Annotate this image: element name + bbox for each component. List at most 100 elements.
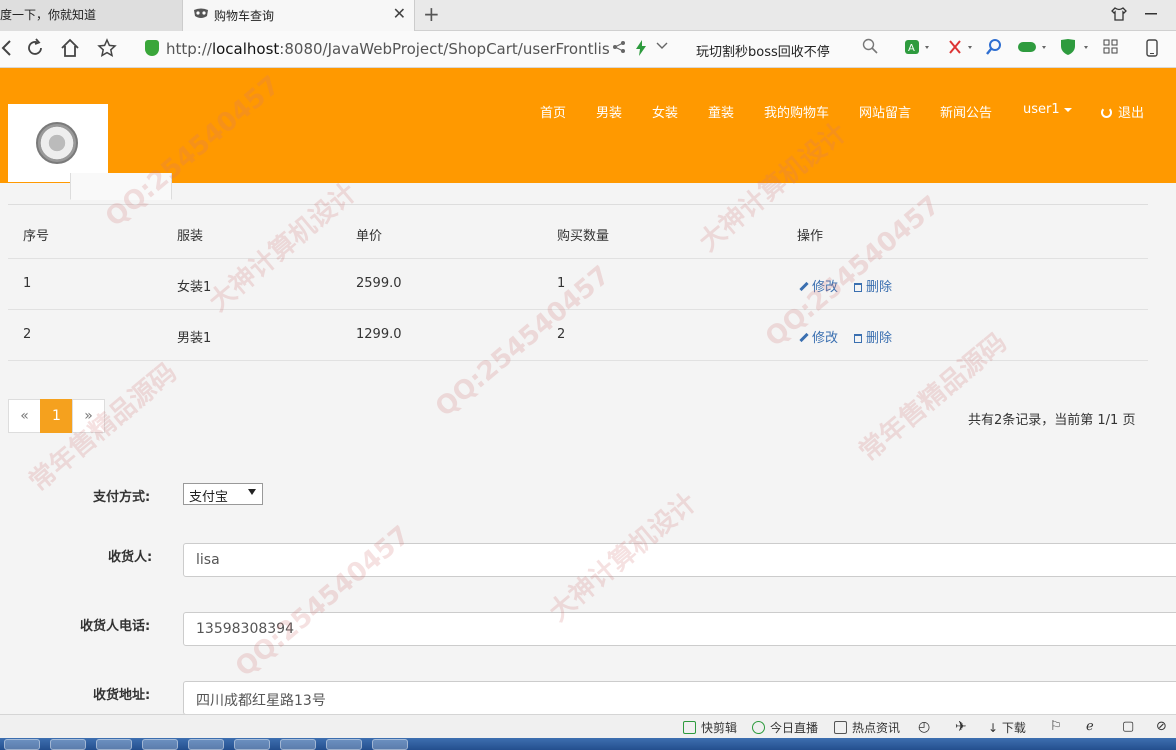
trash-icon (854, 334, 862, 343)
page-info: 共有2条记录，当前第 1/1 页 (968, 413, 1136, 428)
content-tabs (8, 173, 1148, 205)
url-text: http://localhost:8080/JavaWebProject/Sho… (166, 40, 610, 58)
cell-item: 男装1 (177, 331, 212, 346)
news-icon (834, 721, 847, 734)
receiver-input[interactable]: lisa (183, 543, 1176, 577)
scissors-icon[interactable] (948, 39, 974, 59)
column-header: 操作 (797, 229, 824, 244)
browser-status-bar: 快剪辑 今日直播 热点资讯 ◴ ✈ ↓ 下载 ⚐ ℯ ▢ ⊘ (0, 714, 1176, 738)
taskbar-app[interactable] (234, 739, 270, 750)
search-icon[interactable] (862, 38, 878, 58)
nav-home[interactable]: 首页 (540, 102, 566, 121)
column-header: 服装 (177, 229, 204, 244)
column-header: 单价 (356, 229, 383, 244)
download-icon: ↓ (988, 721, 1002, 735)
refresh-icon[interactable] (25, 38, 45, 63)
share-icon[interactable] (612, 40, 626, 58)
translate-icon[interactable]: A (905, 39, 931, 59)
tab-home[interactable] (8, 173, 70, 200)
cell-qty: 2 (557, 327, 566, 342)
pin-icon[interactable]: ✈ (955, 719, 967, 735)
svg-text:A: A (908, 43, 915, 54)
nav-men[interactable]: 男装 (596, 102, 622, 121)
edit-button[interactable]: 修改 (799, 276, 838, 295)
logout-link[interactable]: 退出 (1101, 102, 1144, 121)
back-icon[interactable] (0, 38, 12, 63)
prev-page-button[interactable]: « (8, 399, 41, 433)
tab-cart-list[interactable] (70, 173, 172, 200)
security-shield-icon[interactable] (1060, 39, 1090, 59)
payment-select[interactable]: 支付宝 (183, 483, 263, 505)
os-taskbar (0, 738, 1176, 750)
taskbar-app[interactable] (326, 739, 362, 750)
shirt-icon[interactable] (1111, 6, 1127, 26)
start-button[interactable] (4, 739, 40, 750)
phone-label: 收货人电话: (80, 619, 151, 634)
address-bar: http://localhost:8080/JavaWebProject/Sho… (0, 31, 1176, 68)
search-box[interactable]: 玩切割秒boss回收不停 (685, 37, 885, 62)
pencil-icon (799, 281, 809, 292)
user-name: user1 (1023, 102, 1060, 117)
cell-qty: 1 (557, 276, 566, 291)
chevron-down-icon[interactable] (656, 40, 668, 56)
flag-icon[interactable]: ⚐ (1050, 719, 1062, 734)
taskbar-app[interactable] (142, 739, 178, 750)
cell-no: 2 (23, 327, 32, 342)
ie-icon[interactable]: ℯ (1086, 719, 1094, 734)
column-header: 购买数量 (557, 229, 610, 244)
minimize-icon[interactable] (1144, 6, 1158, 24)
window-icon[interactable]: ▢ (1122, 719, 1134, 734)
taskbar-app[interactable] (50, 739, 86, 750)
taskbar-app[interactable] (372, 739, 408, 750)
star-icon[interactable] (97, 38, 117, 63)
tab-title: 购物车查询 (214, 9, 275, 23)
quick-edit-button[interactable]: 快剪辑 (683, 719, 737, 736)
table-row: 1 女装1 2599.0 1 修改 删除 (8, 259, 1148, 310)
home-icon[interactable] (60, 38, 80, 63)
site-header: 首页 男装 女装 童装 我的购物车 网站留言 新闻公告 user1 退出 (0, 68, 1176, 183)
page-1-button[interactable]: 1 (40, 399, 73, 433)
live-today-button[interactable]: 今日直播 (752, 719, 818, 736)
nav-women[interactable]: 女装 (652, 102, 678, 121)
cell-item: 女装1 (177, 280, 212, 295)
taskbar-app[interactable] (96, 739, 132, 750)
browser-tab-cart[interactable]: 购物车查询 ✕ (183, 0, 415, 31)
nav-news[interactable]: 新闻公告 (940, 102, 992, 121)
lightning-icon[interactable] (635, 40, 647, 60)
nav-messages[interactable]: 网站留言 (859, 102, 911, 121)
close-tab-icon[interactable]: ✕ (393, 4, 406, 23)
table-header-row: 序号 服装 单价 购买数量 操作 (8, 208, 1148, 259)
phone-input[interactable]: 13598308394 (183, 612, 1176, 646)
delete-button[interactable]: 删除 (854, 276, 892, 295)
download-button[interactable]: ↓ 下载 (988, 719, 1026, 736)
pencil-icon (799, 332, 809, 343)
edit-button[interactable]: 修改 (799, 327, 838, 346)
delete-button[interactable]: 删除 (854, 327, 892, 346)
site-logo[interactable] (8, 104, 108, 182)
payment-value: 支付宝 (189, 490, 229, 505)
zoom-icon[interactable]: ⊘ (1156, 719, 1167, 734)
url-field[interactable]: http://localhost:8080/JavaWebProject/Sho… (145, 37, 675, 62)
taskbar-app[interactable] (188, 739, 224, 750)
trash-icon (854, 283, 862, 292)
new-tab-button[interactable]: + (423, 2, 440, 26)
speed-icon[interactable]: ◴ (918, 719, 930, 735)
dropdown-arrow-icon (248, 489, 256, 495)
taskbar-app[interactable] (280, 739, 316, 750)
next-page-button[interactable]: » (72, 399, 105, 433)
cell-price: 2599.0 (356, 276, 402, 291)
user-dropdown[interactable]: user1 (1023, 102, 1072, 117)
apps-grid-icon[interactable] (1103, 39, 1119, 59)
phone-icon[interactable] (1146, 39, 1158, 61)
address-input[interactable]: 四川成都红星路13号 (183, 681, 1176, 715)
browser-tab-baidu[interactable]: 度一下，你就知道 (0, 0, 183, 31)
cell-price: 1299.0 (356, 327, 402, 342)
hot-news-button[interactable]: 热点资讯 (834, 719, 900, 736)
gamepad-icon[interactable] (1018, 39, 1048, 59)
table-row: 2 男装1 1299.0 2 修改 删除 (8, 310, 1148, 361)
cell-no: 1 (23, 276, 32, 291)
magnifier-icon[interactable] (986, 39, 1002, 59)
payment-label: 支付方式: (93, 490, 151, 505)
nav-kids[interactable]: 童装 (708, 102, 734, 121)
nav-my-cart[interactable]: 我的购物车 (764, 102, 829, 121)
